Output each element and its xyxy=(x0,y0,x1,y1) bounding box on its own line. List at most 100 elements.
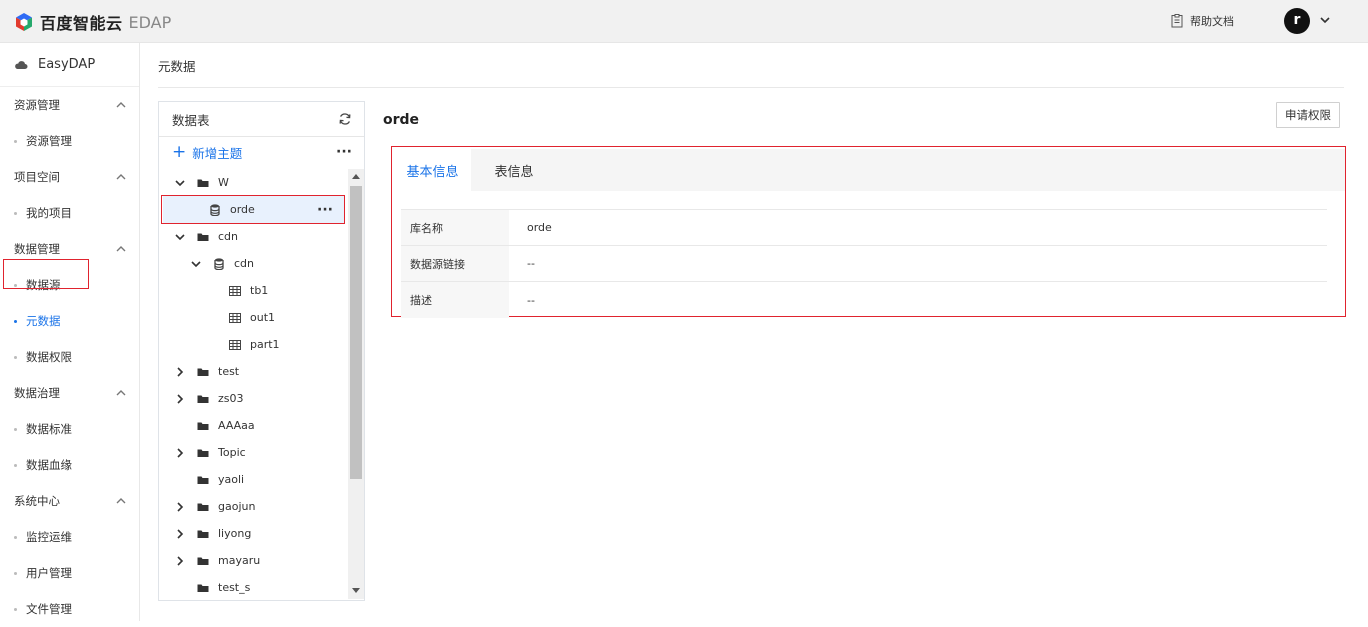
tree-header: 数据表 xyxy=(159,102,364,137)
folder-icon xyxy=(196,178,210,188)
row-key: 描述 xyxy=(401,282,509,318)
detail-panel: 基本信息 表信息 库名称 orde 数据源链接 -- 描述 -- xyxy=(391,146,1346,318)
detail-tabs: 基本信息 表信息 xyxy=(394,149,1345,191)
chevron-up-icon xyxy=(116,498,126,504)
more-icon[interactable]: ··· xyxy=(336,145,352,159)
divider xyxy=(158,87,1344,88)
tree-node-folder[interactable]: cdn xyxy=(172,223,348,250)
tree-node-folder[interactable]: test xyxy=(172,358,348,385)
scrollbar-thumb[interactable] xyxy=(350,186,362,479)
tree-node-folder[interactable]: test_s xyxy=(196,574,348,599)
folder-icon xyxy=(196,583,210,593)
tree-node-database[interactable]: cdn xyxy=(188,250,348,277)
row-value: orde xyxy=(527,221,552,234)
detail-title: orde xyxy=(383,112,420,128)
folder-icon xyxy=(196,475,210,485)
chevron-right-icon[interactable] xyxy=(172,366,188,378)
folder-icon xyxy=(196,232,210,242)
folder-icon xyxy=(196,556,210,566)
logo[interactable]: 百度智能云 EDAP xyxy=(14,10,171,34)
tab-basic-info[interactable]: 基本信息 xyxy=(394,149,471,191)
highlight-box-metadata xyxy=(3,259,89,289)
tree-node-table[interactable]: part1 xyxy=(228,331,348,358)
sidebar-item-label: 文件管理 xyxy=(26,602,72,616)
sidebar-item-user-management[interactable]: 用户管理 xyxy=(0,555,139,591)
tree-node-label: mayaru xyxy=(218,554,261,567)
row-key: 库名称 xyxy=(401,210,509,245)
add-topic-row: + 新增主题 ··· xyxy=(159,137,364,167)
sidebar-item-label: 元数据 xyxy=(26,314,61,328)
tree-scrollbar[interactable] xyxy=(348,169,364,599)
chevron-right-icon[interactable] xyxy=(172,447,188,459)
tree-node-folder[interactable]: gaojun xyxy=(172,493,348,520)
sidebar-item-label: 数据标准 xyxy=(26,422,72,436)
chevron-up-icon xyxy=(116,246,126,252)
sidebar-item-my-project[interactable]: 我的项目 xyxy=(0,195,139,231)
database-icon xyxy=(212,257,226,270)
sidebar-item-data-permission[interactable]: 数据权限 xyxy=(0,339,139,375)
sidebar-group-resource[interactable]: 资源管理 xyxy=(0,87,139,123)
tree-node-table[interactable]: tb1 xyxy=(228,277,348,304)
tree-node-folder[interactable]: AAAaa xyxy=(196,412,348,439)
chevron-right-icon[interactable] xyxy=(172,501,188,513)
sidebar-item-data-standard[interactable]: 数据标准 xyxy=(0,411,139,447)
avatar[interactable]: r xyxy=(1284,8,1310,34)
chevron-right-icon[interactable] xyxy=(172,393,188,405)
refresh-icon[interactable] xyxy=(338,112,352,126)
sidebar-group-governance[interactable]: 数据治理 xyxy=(0,375,139,411)
sidebar-app-title[interactable]: EasyDAP xyxy=(0,43,139,87)
chevron-down-icon[interactable] xyxy=(1319,14,1331,28)
chevron-right-icon[interactable] xyxy=(172,555,188,567)
tree-node-folder[interactable]: yaoli xyxy=(196,466,348,493)
help-docs-link[interactable]: 帮助文档 xyxy=(1170,13,1234,29)
plus-icon: + xyxy=(172,141,187,162)
tree-node-folder[interactable]: liyong xyxy=(172,520,348,547)
tree-node-folder[interactable]: W xyxy=(172,169,348,196)
tree-node-label: liyong xyxy=(218,527,252,540)
sidebar-group-project[interactable]: 项目空间 xyxy=(0,159,139,195)
folder-icon xyxy=(196,502,210,512)
scroll-up-arrow-icon[interactable] xyxy=(352,174,360,179)
sidebar-group-label: 资源管理 xyxy=(14,98,60,112)
sidebar: EasyDAP 资源管理 资源管理 项目空间 我的项目 数据管理 数据源 元数据… xyxy=(0,43,140,621)
table-icon xyxy=(228,285,242,296)
chevron-up-icon xyxy=(116,102,126,108)
sidebar-item-monitoring[interactable]: 监控运维 xyxy=(0,519,139,555)
tree-node-folder[interactable]: zs03 xyxy=(172,385,348,412)
brand-name: 百度智能云 xyxy=(40,14,123,33)
chevron-down-icon[interactable] xyxy=(172,179,188,187)
tree-node-folder[interactable]: mayaru xyxy=(172,547,348,574)
row-value: -- xyxy=(527,293,535,307)
sidebar-item-metadata[interactable]: 元数据 xyxy=(0,303,139,339)
cloud-icon xyxy=(15,60,28,69)
chevron-down-icon[interactable] xyxy=(172,233,188,241)
tree-body: W orde ··· cdn cdn tb1 out1 part1 test z… xyxy=(159,169,349,599)
tree-node-label: cdn xyxy=(218,230,239,243)
sidebar-group-label: 项目空间 xyxy=(14,170,60,184)
help-docs-label: 帮助文档 xyxy=(1190,15,1234,28)
chevron-right-icon[interactable] xyxy=(172,528,188,540)
folder-icon xyxy=(196,367,210,377)
sidebar-item-file-management[interactable]: 文件管理 xyxy=(0,591,139,627)
tree-node-table[interactable]: out1 xyxy=(228,304,348,331)
add-topic-button[interactable]: + 新增主题 xyxy=(172,143,242,162)
sidebar-item-label: 数据血缘 xyxy=(26,458,72,472)
chevron-up-icon xyxy=(116,390,126,396)
sidebar-group-label: 系统中心 xyxy=(14,494,60,508)
breadcrumb: 元数据 xyxy=(158,59,196,74)
folder-icon xyxy=(196,448,210,458)
tab-table-info[interactable]: 表信息 xyxy=(471,149,557,191)
chevron-down-icon[interactable] xyxy=(188,260,204,268)
sidebar-item-resource[interactable]: 资源管理 xyxy=(0,123,139,159)
sidebar-item-data-lineage[interactable]: 数据血缘 xyxy=(0,447,139,483)
product-name: EDAP xyxy=(128,12,172,32)
main-content: 元数据 数据表 + 新增主题 ··· W orde ··· cdn cdn tb… xyxy=(141,43,1368,621)
tree-node-folder[interactable]: Topic xyxy=(172,439,348,466)
scroll-down-arrow-icon[interactable] xyxy=(352,588,360,593)
apply-permission-button[interactable]: 申请权限 xyxy=(1276,102,1340,128)
table-row: 库名称 orde xyxy=(401,210,1327,246)
basic-info-table: 库名称 orde 数据源链接 -- 描述 -- xyxy=(401,209,1327,318)
baidu-cloud-logo-icon xyxy=(14,12,34,32)
add-topic-label: 新增主题 xyxy=(192,145,243,161)
sidebar-group-system[interactable]: 系统中心 xyxy=(0,483,139,519)
